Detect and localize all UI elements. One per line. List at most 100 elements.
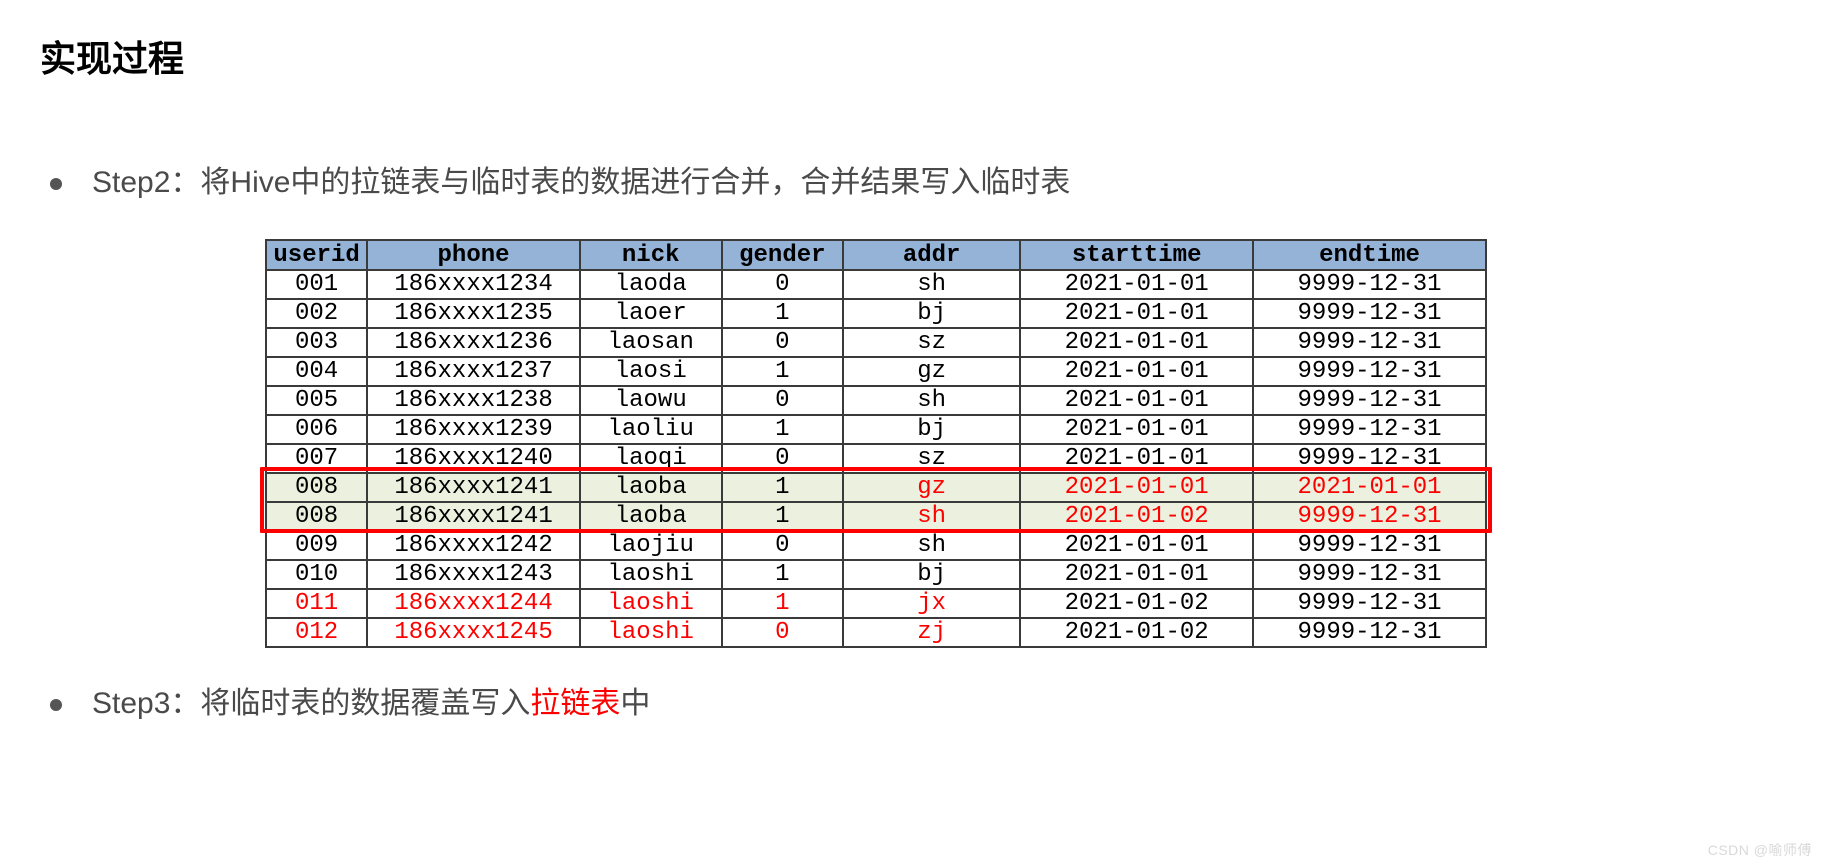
table-row: 011186xxxx1244laoshi1jx2021-01-029999-12… [266,589,1486,618]
col-header: phone [367,240,580,270]
step3-before: Step3：将临时表的数据覆盖写入 [92,687,530,720]
table-wrap: useridphonenickgenderaddrstarttimeendtim… [265,239,1487,648]
table-cell: laoer [580,299,722,328]
step3-item: Step3：将临时表的数据覆盖写入拉链表中 [40,683,1782,725]
table-row: 001186xxxx1234laoda0sh2021-01-019999-12-… [266,270,1486,299]
col-header: nick [580,240,722,270]
table-cell: 186xxxx1242 [367,531,580,560]
page-title: 实现过程 [40,30,1782,82]
table-row: 006186xxxx1239laoliu1bj2021-01-019999-12… [266,415,1486,444]
table-cell: 9999-12-31 [1253,589,1486,618]
table-header-row: useridphonenickgenderaddrstarttimeendtim… [266,240,1486,270]
table-cell: 186xxxx1244 [367,589,580,618]
table-cell: 0 [722,531,843,560]
table-cell: laoda [580,270,722,299]
table-cell: gz [843,473,1020,502]
table-cell: laosan [580,328,722,357]
table-row: 008186xxxx1241laoba1gz2021-01-012021-01-… [266,473,1486,502]
table-body: 001186xxxx1234laoda0sh2021-01-019999-12-… [266,270,1486,647]
table-cell: 005 [266,386,367,415]
table-row: 002186xxxx1235laoer1bj2021-01-019999-12-… [266,299,1486,328]
table-cell: 9999-12-31 [1253,357,1486,386]
table-cell: 2021-01-02 [1020,589,1253,618]
table-cell: 010 [266,560,367,589]
table-row: 008186xxxx1241laoba1sh2021-01-029999-12-… [266,502,1486,531]
table-cell: 9999-12-31 [1253,386,1486,415]
table-cell: bj [843,560,1020,589]
table-cell: laoshi [580,560,722,589]
col-header: addr [843,240,1020,270]
table-cell: laowu [580,386,722,415]
table-cell: 011 [266,589,367,618]
table-cell: 9999-12-31 [1253,270,1486,299]
table-cell: 009 [266,531,367,560]
table-cell: 2021-01-01 [1020,270,1253,299]
table-cell: sz [843,444,1020,473]
table-cell: 2021-01-01 [1020,357,1253,386]
table-cell: 0 [722,328,843,357]
page: 实现过程 Step2：将Hive中的拉链表与临时表的数据进行合并，合并结果写入临… [0,0,1822,862]
table-cell: 006 [266,415,367,444]
table-cell: zj [843,618,1020,647]
table-cell: 186xxxx1240 [367,444,580,473]
step-list-2: Step3：将临时表的数据覆盖写入拉链表中 [40,683,1782,725]
table-cell: 1 [722,502,843,531]
table-cell: 9999-12-31 [1253,618,1486,647]
table-cell: 2021-01-01 [1020,386,1253,415]
col-header: endtime [1253,240,1486,270]
table-cell: 002 [266,299,367,328]
table-row: 003186xxxx1236laosan0sz2021-01-019999-12… [266,328,1486,357]
table-cell: 2021-01-01 [1020,328,1253,357]
table-cell: 1 [722,415,843,444]
table-cell: laoshi [580,618,722,647]
table-cell: 1 [722,589,843,618]
table-row: 007186xxxx1240laoqi0sz2021-01-019999-12-… [266,444,1486,473]
table-cell: 003 [266,328,367,357]
col-header: userid [266,240,367,270]
col-header: gender [722,240,843,270]
table-cell: 2021-01-01 [1020,473,1253,502]
table-cell: 2021-01-01 [1020,444,1253,473]
step2-text: Step2：将Hive中的拉链表与临时表的数据进行合并，合并结果写入临时表 [92,162,1070,204]
table-cell: 9999-12-31 [1253,415,1486,444]
step3-after: 中 [620,687,650,720]
table-cell: 2021-01-01 [1020,531,1253,560]
table-cell: laojiu [580,531,722,560]
table-cell: 008 [266,473,367,502]
table-cell: 1 [722,560,843,589]
table-cell: 9999-12-31 [1253,299,1486,328]
table-cell: 1 [722,473,843,502]
table-row: 012186xxxx1245laoshi0zj2021-01-029999-12… [266,618,1486,647]
table-cell: 2021-01-01 [1020,299,1253,328]
table-cell: 008 [266,502,367,531]
table-cell: 001 [266,270,367,299]
table-cell: 1 [722,357,843,386]
table-cell: 9999-12-31 [1253,444,1486,473]
table-cell: gz [843,357,1020,386]
data-table: useridphonenickgenderaddrstarttimeendtim… [265,239,1487,648]
table-cell: laoqi [580,444,722,473]
table-cell: sh [843,531,1020,560]
table-cell: bj [843,415,1020,444]
table-cell: 9999-12-31 [1253,502,1486,531]
table-row: 009186xxxx1242laojiu0sh2021-01-019999-12… [266,531,1486,560]
table-cell: 004 [266,357,367,386]
table-cell: 186xxxx1238 [367,386,580,415]
table-cell: laoba [580,502,722,531]
table-cell: 2021-01-01 [1020,415,1253,444]
table-cell: 186xxxx1241 [367,502,580,531]
step3-text: Step3：将临时表的数据覆盖写入拉链表中 [92,683,650,725]
table-cell: 186xxxx1236 [367,328,580,357]
table-row: 005186xxxx1238laowu0sh2021-01-019999-12-… [266,386,1486,415]
table-cell: bj [843,299,1020,328]
table-cell: sz [843,328,1020,357]
bullet-icon [50,699,62,711]
table-cell: 9999-12-31 [1253,531,1486,560]
bullet-icon [50,178,62,190]
table-cell: 2021-01-01 [1253,473,1486,502]
table-cell: 9999-12-31 [1253,560,1486,589]
table-cell: 186xxxx1243 [367,560,580,589]
table-cell: 0 [722,270,843,299]
table-cell: 186xxxx1235 [367,299,580,328]
table-cell: 0 [722,386,843,415]
